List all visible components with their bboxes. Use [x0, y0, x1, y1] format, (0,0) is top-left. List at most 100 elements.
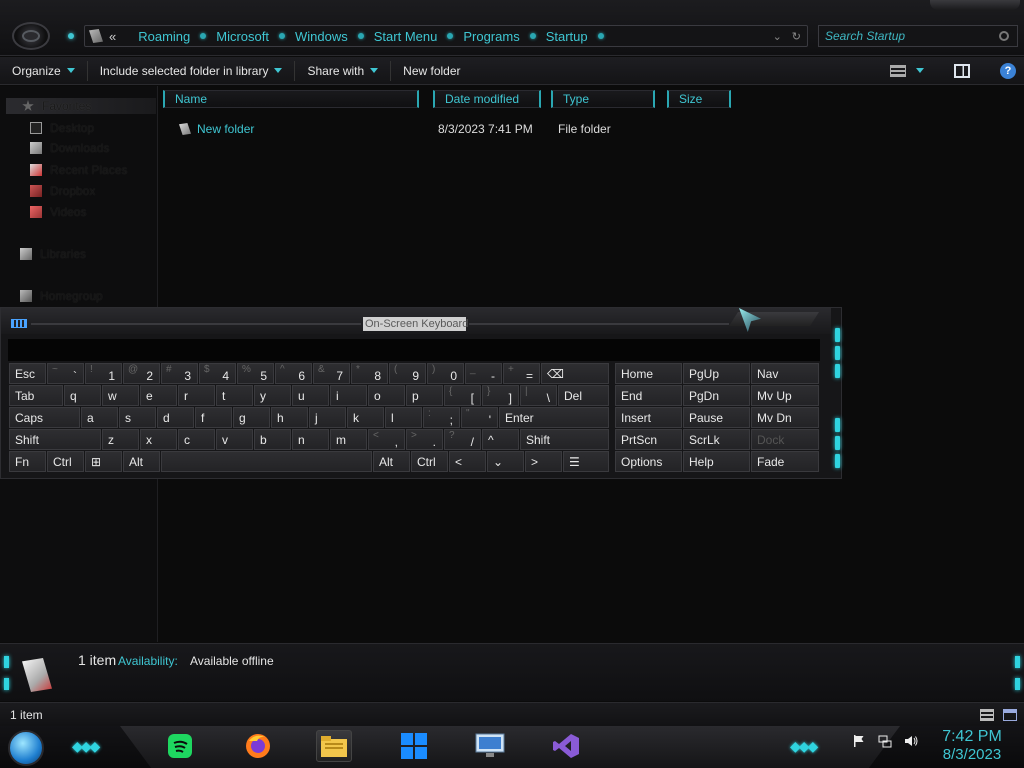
osk-key-enter[interactable]: Enter — [499, 407, 609, 428]
osk-key-y[interactable]: y — [254, 385, 291, 406]
osk-key-d[interactable]: d — [157, 407, 194, 428]
organize-button[interactable]: Organize — [0, 60, 87, 82]
osk-key-tab[interactable]: Tab — [9, 385, 63, 406]
osk-key-pgup[interactable]: PgUp — [683, 363, 750, 384]
crumb-separator[interactable] — [279, 33, 285, 39]
column-header-name[interactable]: Name — [163, 90, 419, 108]
osk-key-9[interactable]: (9 — [389, 363, 426, 384]
crumb-separator[interactable] — [597, 33, 604, 39]
crumb-programs[interactable]: Programs — [463, 29, 519, 44]
osk-key-ctrl[interactable]: Ctrl — [47, 451, 84, 472]
osk-key-mv-up[interactable]: Mv Up — [751, 385, 819, 406]
osk-key-v[interactable]: v — [216, 429, 253, 450]
refresh-icon[interactable]: ↻ — [792, 30, 801, 43]
file-name-cell[interactable]: New folder — [179, 122, 254, 136]
osk-key-nav[interactable]: Nav — [751, 363, 819, 384]
osk-key-0[interactable]: ) 0 — [427, 363, 464, 384]
osk-key-down-arrow[interactable]: ⌄ — [487, 451, 524, 472]
osk-key-period[interactable]: >. — [406, 429, 443, 450]
osk-key-b[interactable]: b — [254, 429, 291, 450]
search-icon[interactable] — [999, 31, 1009, 41]
osk-key-fade[interactable]: Fade — [751, 451, 819, 472]
osk-key-ctrl[interactable]: Ctrl — [411, 451, 448, 472]
osk-key-equals[interactable]: + = — [503, 363, 540, 384]
firefox-app-button[interactable] — [240, 730, 276, 762]
view-options-chevron-down-icon[interactable] — [916, 68, 924, 73]
osk-key-del[interactable]: Del — [558, 385, 609, 406]
osk-key-k[interactable]: k — [347, 407, 384, 428]
nav-item-libraries[interactable]: Libraries — [20, 246, 86, 262]
start-button[interactable] — [8, 730, 44, 766]
nav-item-desktop[interactable]: Desktop — [30, 120, 94, 136]
osk-key-w[interactable]: w — [102, 385, 139, 406]
osk-key-shift[interactable]: Shift — [9, 429, 101, 450]
include-in-library-button[interactable]: Include selected folder in library — [88, 60, 295, 82]
nav-item-downloads[interactable]: Downloads — [30, 140, 109, 156]
osk-key-n[interactable]: n — [292, 429, 329, 450]
file-explorer-app-button[interactable] — [316, 730, 352, 762]
osk-key-mv-dn[interactable]: Mv Dn — [751, 407, 819, 428]
share-with-button[interactable]: Share with — [295, 60, 390, 82]
nav-item-dropbox[interactable]: Dropbox — [30, 183, 95, 199]
windows-store-app-button[interactable] — [396, 730, 432, 762]
osk-key-backslash[interactable]: | \ — [520, 385, 557, 406]
osk-key-prtscn[interactable]: PrtScn — [615, 429, 682, 450]
overflow-chevron[interactable]: « — [109, 29, 116, 44]
osk-key-alt[interactable]: Alt — [123, 451, 160, 472]
table-row[interactable]: New folder 8/3/2023 7:41 PM File folder — [159, 120, 1024, 138]
osk-key-windows[interactable]: ⊞ — [85, 451, 122, 472]
change-view-icon[interactable] — [890, 64, 906, 77]
new-folder-button[interactable]: New folder — [391, 60, 472, 82]
osk-key-shift[interactable]: Shift — [520, 429, 609, 450]
large-icons-view-icon[interactable] — [1003, 709, 1017, 721]
osk-key-7[interactable]: & 7 — [313, 363, 350, 384]
osk-key-p[interactable]: p — [406, 385, 443, 406]
crumb-separator[interactable] — [447, 33, 454, 39]
nav-dropdown-dot[interactable] — [68, 33, 74, 39]
osk-key-s[interactable]: s — [119, 407, 156, 428]
osk-key-left-arrow[interactable]: < — [449, 451, 486, 472]
help-icon[interactable]: ? — [1000, 62, 1016, 79]
osk-key-quote[interactable]: " ' — [461, 407, 498, 428]
column-header-type[interactable]: Type — [551, 90, 655, 108]
crumb-separator[interactable] — [529, 33, 536, 39]
osk-key-options[interactable]: Options — [615, 451, 682, 472]
osk-key-x[interactable]: x — [140, 429, 177, 450]
osk-key-open-bracket[interactable]: {[ — [444, 385, 481, 406]
osk-key-i[interactable]: i — [330, 385, 367, 406]
search-box[interactable] — [818, 25, 1018, 47]
osk-key-3[interactable]: #3 — [161, 363, 198, 384]
osk-key-8[interactable]: * 8 — [351, 363, 388, 384]
osk-key-j[interactable]: j — [309, 407, 346, 428]
osk-key-esc[interactable]: Esc — [9, 363, 46, 384]
osk-key-1[interactable]: ! 1 — [85, 363, 122, 384]
osk-key-insert[interactable]: Insert — [615, 407, 682, 428]
nav-item-videos[interactable]: Videos — [30, 204, 86, 220]
osk-key-minus[interactable]: _ - — [465, 363, 502, 384]
osk-key-space[interactable] — [161, 451, 372, 472]
osk-key-2[interactable]: @2 — [123, 363, 160, 384]
osk-key-home[interactable]: Home — [615, 363, 682, 384]
osk-key-right-arrow[interactable]: > — [525, 451, 562, 472]
osk-key-a[interactable]: a — [81, 407, 118, 428]
osk-key-menu[interactable]: ☰ — [563, 451, 609, 472]
crumb-microsoft[interactable]: Microsoft — [216, 29, 269, 44]
address-history-chevron-down-icon[interactable]: ⌄ — [773, 30, 782, 43]
osk-key-end[interactable]: End — [615, 385, 682, 406]
osk-key-fn[interactable]: Fn — [9, 451, 46, 472]
osk-key-semicolon[interactable]: :; — [423, 407, 460, 428]
osk-key-l[interactable]: l — [385, 407, 422, 428]
osk-key-z[interactable]: z — [102, 429, 139, 450]
osk-key-u[interactable]: u — [292, 385, 329, 406]
osk-key-m[interactable]: m — [330, 429, 367, 450]
volume-icon[interactable] — [904, 734, 918, 748]
osk-key-e[interactable]: e — [140, 385, 177, 406]
osk-key-pause[interactable]: Pause — [683, 407, 750, 428]
osk-key-t[interactable]: t — [216, 385, 253, 406]
crumb-separator[interactable] — [200, 33, 207, 39]
osk-key-help[interactable]: Help — [683, 451, 750, 472]
clock[interactable]: 7:42 PM 8/3/2023 — [936, 728, 1008, 763]
osk-key-pgdn[interactable]: PgDn — [683, 385, 750, 406]
crumb-roaming[interactable]: Roaming — [138, 29, 190, 44]
crumb-windows[interactable]: Windows — [295, 29, 348, 44]
